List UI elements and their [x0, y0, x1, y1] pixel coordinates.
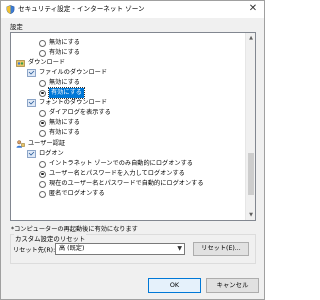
setting-node-icon	[27, 99, 36, 107]
settings-category-icon	[16, 60, 25, 67]
close-button[interactable]: ✕	[246, 3, 260, 15]
radio-option[interactable]: 現在のユーザー名とパスワードで自動的にログオンする	[39, 179, 204, 189]
radio-button[interactable]	[39, 89, 46, 97]
radio-option[interactable]: 無効にする	[39, 118, 80, 128]
scroll-up-icon[interactable]: ▲	[246, 33, 255, 43]
radio-label: 無効にする	[49, 39, 80, 46]
radio-option[interactable]: 無効にする	[39, 38, 80, 48]
scrollbar-thumb[interactable]	[248, 153, 254, 195]
radio-button[interactable]	[39, 170, 46, 178]
setting-logon[interactable]: ログオン	[27, 149, 64, 159]
restart-footnote: *コンピューターの再起動後に有効になります	[11, 226, 138, 233]
setting-label: フォントのダウンロード	[39, 99, 108, 106]
shield-icon	[6, 5, 15, 14]
radio-label: 匿名でログオンする	[49, 190, 105, 197]
radio-option[interactable]: 有効にする	[39, 48, 80, 58]
category-download[interactable]: ダウンロード	[16, 58, 65, 68]
cancel-button[interactable]: キャンセル	[206, 278, 259, 293]
radio-button[interactable]	[39, 49, 46, 57]
radio-option[interactable]: ダイアログを表示する	[39, 108, 111, 118]
setting-label: ファイルのダウンロード	[39, 69, 108, 76]
setting-node-icon	[27, 69, 36, 77]
radio-button[interactable]	[39, 39, 46, 47]
setting-node-icon	[27, 150, 36, 158]
scroll-down-icon[interactable]: ▼	[246, 210, 255, 220]
radio-button[interactable]	[39, 160, 46, 168]
reset-level-select[interactable]: 高 (既定) ▼	[55, 243, 185, 255]
radio-label: 現在のユーザー名とパスワードで自動的にログオンする	[49, 180, 204, 187]
radio-label: 無効にする	[49, 119, 80, 126]
reset-button[interactable]: リセット(E)...	[193, 242, 249, 256]
radio-button[interactable]	[39, 119, 46, 127]
radio-label: 無効にする	[49, 79, 80, 86]
reset-to-label: リセット先(R):	[13, 247, 56, 254]
radio-option[interactable]: イントラネット ゾーンでのみ自動的にログオンする	[39, 159, 193, 169]
category-label: ユーザー認証	[28, 140, 66, 147]
vertical-scrollbar[interactable]: ▲ ▼	[245, 33, 255, 220]
user-auth-icon	[16, 140, 25, 148]
radio-button[interactable]	[39, 79, 46, 87]
setting-file-download[interactable]: ファイルのダウンロード	[27, 68, 107, 78]
radio-label: イントラネット ゾーンでのみ自動的にログオンする	[49, 160, 193, 167]
radio-label: ユーザー名とパスワードを入力してログオンする	[49, 170, 185, 177]
radio-button[interactable]	[39, 190, 46, 198]
radio-option[interactable]: 有効にする	[39, 128, 80, 138]
radio-button[interactable]	[39, 109, 46, 117]
setting-font-download[interactable]: フォントのダウンロード	[27, 98, 107, 108]
category-label: ダウンロード	[28, 59, 66, 66]
radio-option[interactable]: ユーザー名とパスワードを入力してログオンする	[39, 169, 185, 179]
window-title: セキュリティ設定 - インターネット ゾーン	[18, 5, 145, 13]
category-user-auth[interactable]: ユーザー認証	[16, 139, 65, 149]
title-bar: セキュリティ設定 - インターネット ゾーン ✕	[1, 1, 264, 18]
settings-tree[interactable]: 無効にする 有効にする ダウンロード ファイルのダウンロード 無効にする 有効に…	[10, 32, 256, 221]
radio-label: 有効にする	[48, 87, 85, 99]
reset-level-value: 高 (既定)	[59, 245, 85, 252]
radio-label: 有効にする	[49, 129, 80, 136]
reset-group-title: カスタム設定のリセット	[14, 234, 87, 243]
radio-button[interactable]	[39, 129, 46, 137]
radio-button[interactable]	[39, 180, 46, 188]
radio-option[interactable]: 無効にする	[39, 78, 80, 88]
radio-label: ダイアログを表示する	[49, 109, 111, 116]
radio-option[interactable]: 匿名でログオンする	[39, 189, 105, 199]
chevron-down-icon: ▼	[177, 245, 182, 252]
settings-tree-content: 無効にする 有効にする ダウンロード ファイルのダウンロード 無効にする 有効に…	[11, 33, 246, 220]
settings-group-label: 設定	[10, 23, 23, 31]
radio-option-selected[interactable]: 有効にする	[39, 87, 85, 99]
security-settings-dialog: セキュリティ設定 - インターネット ゾーン ✕ 設定 無効にする 有効にする …	[0, 0, 265, 300]
ok-button[interactable]: OK	[148, 278, 201, 293]
radio-label: 有効にする	[49, 49, 80, 56]
setting-label: ログオン	[39, 150, 64, 157]
